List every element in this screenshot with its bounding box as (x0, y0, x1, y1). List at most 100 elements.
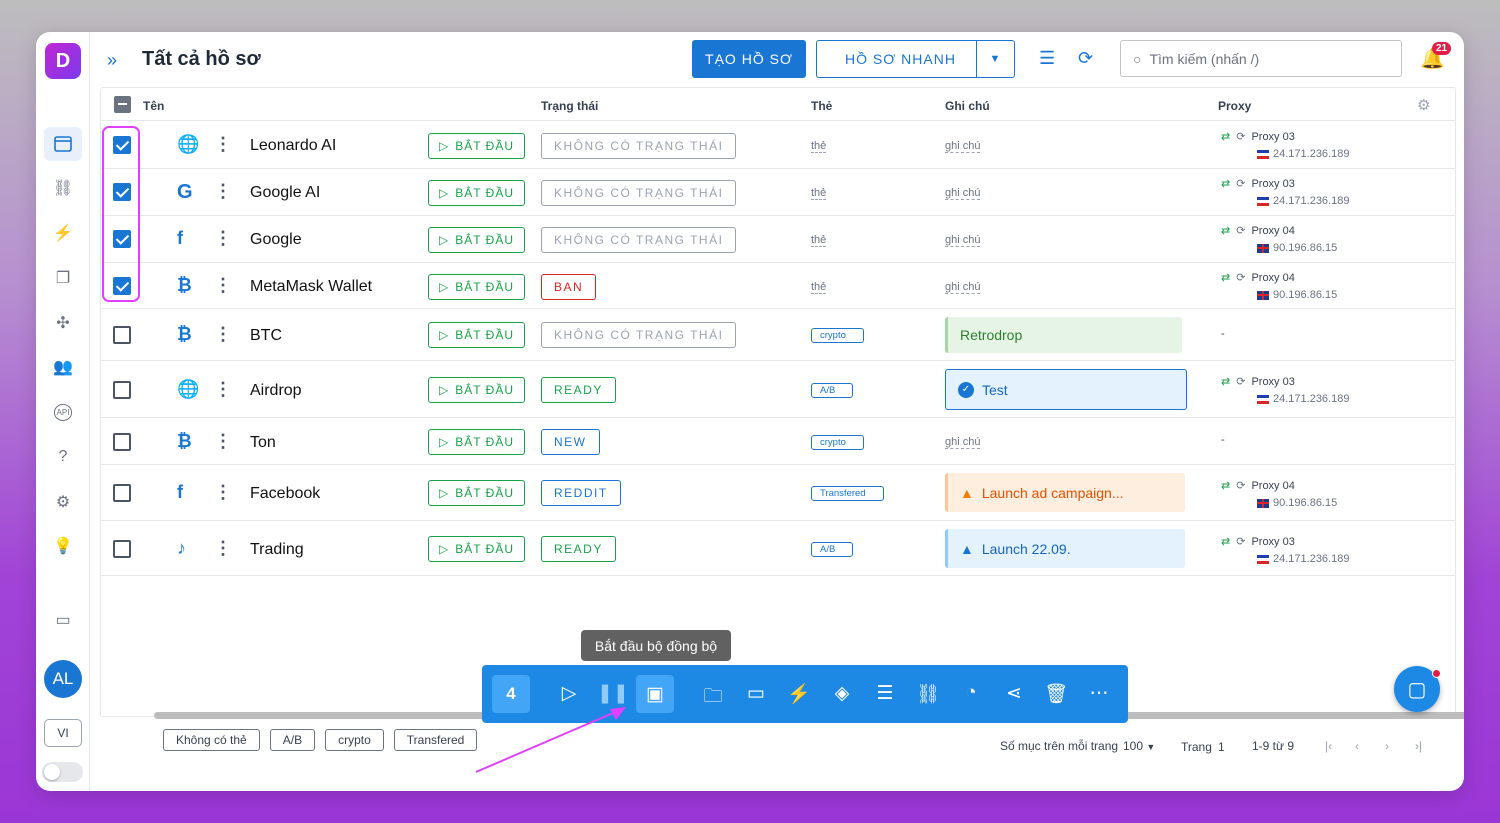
proxy-cell[interactable]: ⇄ ⟳ Proxy 03 24.171.236.189 (1221, 130, 1349, 161)
tag-icon[interactable]: ◈ (827, 682, 857, 705)
link-icon[interactable]: ⛓ (913, 682, 943, 706)
first-page-icon[interactable]: |‹ (1325, 739, 1332, 753)
table-row[interactable]: ₿ ⋮ BTC ▷ BẮT ĐẦU KHÔNG CÓ TRẠNG THÁI cry… (101, 309, 1455, 361)
start-button[interactable]: ▷ BẮT ĐẦU (428, 227, 525, 253)
note-placeholder[interactable]: ghi chú (945, 436, 981, 449)
proxy-cell[interactable]: ⇄ ⟳ Proxy 04 90.196.86.15 (1221, 271, 1337, 302)
profile-name[interactable]: Google AI (250, 184, 320, 202)
tag-filter-chip[interactable]: A/B (269, 729, 316, 751)
tag-chip[interactable]: crypto (811, 328, 864, 343)
note-placeholder[interactable]: ghi chú (945, 234, 981, 247)
more-vertical-icon[interactable]: ⋮ (214, 134, 232, 155)
extensions-icon[interactable]: ✣ (44, 306, 82, 340)
note-box[interactable]: ✓ Test (945, 369, 1187, 410)
swap-icon[interactable]: ⇄ (1221, 535, 1230, 548)
theme-toggle[interactable] (42, 762, 83, 782)
start-button[interactable]: ▷ BẮT ĐẦU (428, 274, 525, 300)
proxy-cell[interactable]: ⇄ ⟳ Proxy 03 24.171.236.189 (1221, 177, 1349, 208)
app-logo[interactable]: D (45, 43, 81, 79)
refresh-icon[interactable]: ⟳ (1236, 271, 1245, 284)
profile-name[interactable]: Ton (250, 434, 276, 452)
tag-chip[interactable]: crypto (811, 435, 864, 450)
profile-name[interactable]: Airdrop (250, 382, 302, 400)
status-badge[interactable]: READY (541, 377, 616, 403)
more-vertical-icon[interactable]: ⋮ (214, 228, 232, 249)
table-row[interactable]: 🌐 ⋮ Airdrop ▷ BẮT ĐẦU READY A/B ✓ Test ⇄ ⟳ P… (101, 361, 1455, 418)
select-all-checkbox[interactable] (114, 96, 131, 113)
tag-placeholder[interactable]: thẻ (811, 234, 827, 247)
tag-filter-chip[interactable]: Transfered (393, 729, 478, 751)
refresh-icon[interactable]: ⟳ (1236, 130, 1245, 143)
tag-filter-chip[interactable]: crypto (325, 729, 384, 751)
proxy-cell[interactable]: ⇄ ⟳ Proxy 04 90.196.86.15 (1221, 224, 1337, 255)
more-vertical-icon[interactable]: ⋮ (214, 482, 232, 503)
folder-icon[interactable]: ▭ (741, 682, 771, 705)
table-row[interactable]: 🌐 ⋮ Leonardo AI ▷ BẮT ĐẦU KHÔNG CÓ TRẠNG … (101, 122, 1455, 169)
prev-page-icon[interactable]: ‹ (1355, 739, 1359, 753)
more-vertical-icon[interactable]: ⋮ (214, 538, 232, 559)
chevron-down-icon[interactable]: ▼ (977, 53, 1014, 65)
table-row[interactable]: ♪ ⋮ Trading ▷ BẮT ĐẦU READY A/B ▲ Launch 2… (101, 521, 1455, 576)
profile-name[interactable]: Leonardo AI (250, 137, 336, 155)
trash-icon[interactable]: 🗑 (1041, 682, 1071, 706)
start-button[interactable]: ▷ BẮT ĐẦU (428, 480, 525, 506)
col-tag[interactable]: Thẻ (811, 99, 832, 113)
table-row[interactable]: G ⋮ Google AI ▷ BẮT ĐẦU KHÔNG CÓ TRẠNG TH… (101, 169, 1455, 216)
automation-icon[interactable]: ⚡ (44, 216, 82, 250)
automation-icon[interactable]: ⚡ (784, 682, 814, 706)
start-button[interactable]: ▷ BẮT ĐẦU (428, 322, 525, 348)
status-badge[interactable]: REDDIT (541, 480, 621, 506)
quick-profile-main[interactable]: HỒ SƠ NHANH (817, 41, 977, 77)
more-vertical-icon[interactable]: ⋮ (214, 431, 232, 452)
wallet-icon[interactable]: ▭ (44, 603, 82, 637)
column-settings-icon[interactable]: ⚙ (1417, 96, 1430, 114)
more-vertical-icon[interactable]: ⋮ (214, 181, 232, 202)
row-checkbox[interactable] (113, 484, 131, 502)
start-button[interactable]: ▷ BẮT ĐẦU (428, 133, 525, 159)
row-checkbox[interactable] (113, 433, 131, 451)
status-badge[interactable]: NEW (541, 429, 600, 455)
more-vertical-icon[interactable]: ⋮ (214, 379, 232, 400)
swap-icon[interactable]: ⇄ (1221, 224, 1230, 237)
note-box[interactable]: ▲ Launch ad campaign... (945, 473, 1185, 512)
status-badge[interactable]: KHÔNG CÓ TRẠNG THÁI (541, 227, 737, 253)
avatar[interactable]: AL (44, 660, 82, 698)
row-checkbox[interactable] (113, 540, 131, 558)
col-name[interactable]: Tên (143, 99, 164, 113)
lightbulb-icon[interactable]: 💡 (44, 529, 82, 563)
status-badge[interactable]: KHÔNG CÓ TRẠNG THÁI (541, 322, 737, 348)
start-button[interactable]: ▷ BẮT ĐẦU (428, 377, 525, 403)
tag-placeholder[interactable]: thẻ (811, 140, 827, 153)
tag-filter-chip[interactable]: Không có thẻ (163, 729, 260, 751)
rows-per-page-select[interactable]: 100 ▼ (1123, 739, 1155, 753)
start-button[interactable]: ▷ BẮT ĐẦU (428, 180, 525, 206)
refresh-icon[interactable]: ⟳ (1236, 224, 1245, 237)
tag-placeholder[interactable]: thẻ (811, 187, 827, 200)
refresh-icon[interactable]: ⟳ (1236, 479, 1245, 492)
cookie-icon[interactable]: ◔ (956, 682, 986, 704)
search-input[interactable]: ○ Tìm kiếm (nhấn /) (1120, 40, 1402, 77)
more-horizontal-icon[interactable]: ⋯ (1084, 682, 1114, 705)
col-status[interactable]: Trạng thái (541, 99, 598, 113)
col-note[interactable]: Ghi chú (945, 99, 990, 113)
status-badge[interactable]: KHÔNG CÓ TRẠNG THÁI (541, 133, 737, 159)
tag-chip[interactable]: A/B (811, 383, 853, 398)
list-icon[interactable]: ☰ (870, 682, 900, 705)
help-icon[interactable]: ? (44, 440, 82, 474)
proxy-cell[interactable]: ⇄ ⟳ Proxy 03 24.171.236.189 (1221, 375, 1349, 406)
table-row[interactable]: ₿ ⋮ Ton ▷ BẮT ĐẦU NEW crypto ghi chú - (101, 418, 1455, 465)
last-page-icon[interactable]: ›| (1415, 739, 1422, 753)
proxy-cell[interactable]: ⇄ ⟳ Proxy 03 24.171.236.189 (1221, 535, 1349, 566)
expand-chevron-icon[interactable]: » (107, 50, 117, 71)
more-vertical-icon[interactable]: ⋮ (214, 275, 232, 296)
note-placeholder[interactable]: ghi chú (945, 187, 981, 200)
swap-icon[interactable]: ⇄ (1221, 375, 1230, 388)
refresh-icon[interactable]: ⟳ (1078, 48, 1093, 69)
tag-chip[interactable]: A/B (811, 542, 853, 557)
row-checkbox[interactable] (113, 381, 131, 399)
table-row[interactable]: ₿ ⋮ MetaMask Wallet ▷ BẮT ĐẦU BAN thẻ ghi… (101, 263, 1455, 309)
profile-name[interactable]: Facebook (250, 485, 320, 503)
note-box[interactable]: ▲ Launch 22.09. (945, 529, 1185, 568)
note-box[interactable]: Retrodrop (945, 317, 1182, 353)
status-badge[interactable]: KHÔNG CÓ TRẠNG THÁI (541, 180, 737, 206)
